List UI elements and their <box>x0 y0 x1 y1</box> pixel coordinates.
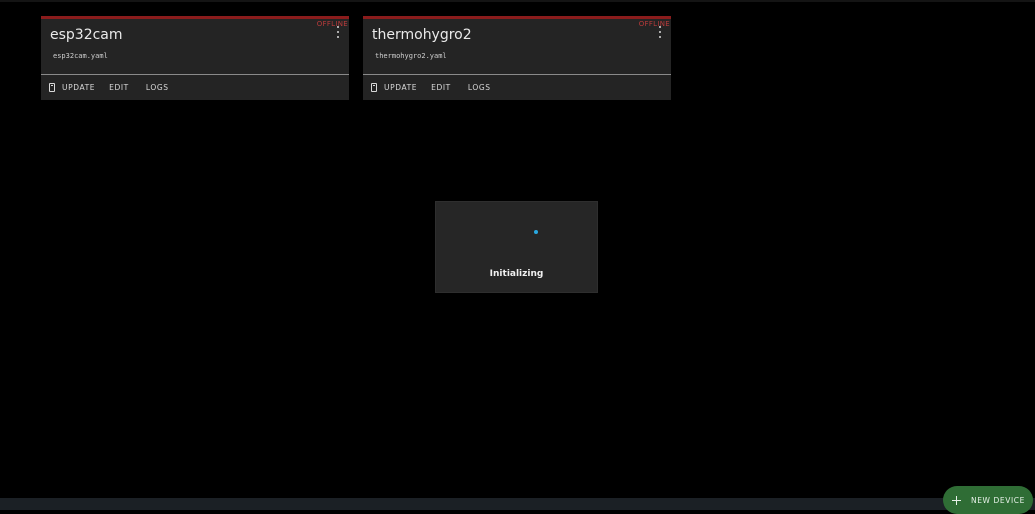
update-label: UPDATE <box>384 83 418 92</box>
more-vert-icon[interactable] <box>335 26 341 38</box>
top-bar-line <box>0 0 1035 2</box>
logs-button[interactable]: LOGS <box>146 83 169 92</box>
status-badge: OFFLINE <box>638 20 670 28</box>
plus-icon <box>952 495 961 505</box>
device-card-esp32cam: OFFLINE esp32cam esp32cam.yaml UPDATE ED… <box>41 16 349 100</box>
edit-button[interactable]: EDIT <box>109 83 129 92</box>
device-config-file: esp32cam.yaml <box>53 52 108 60</box>
device-config-file: thermohygro2.yaml <box>375 52 447 60</box>
card-actions: UPDATE EDIT LOGS <box>41 75 349 100</box>
more-vert-icon[interactable] <box>657 26 663 38</box>
loading-spinner-icon <box>534 230 538 234</box>
update-button[interactable]: UPDATE <box>49 83 95 92</box>
device-name: thermohygro2 <box>372 27 472 43</box>
update-button[interactable]: UPDATE <box>371 83 417 92</box>
card-actions: UPDATE EDIT LOGS <box>363 75 671 100</box>
device-name: esp32cam <box>50 27 123 43</box>
initializing-dialog: Initializing <box>435 201 598 293</box>
device-card-thermohygro2: OFFLINE thermohygro2 thermohygro2.yaml U… <box>363 16 671 100</box>
file-icon <box>49 83 55 92</box>
update-label: UPDATE <box>62 83 96 92</box>
file-icon <box>371 83 377 92</box>
dialog-message: Initializing <box>489 269 544 279</box>
edit-button[interactable]: EDIT <box>431 83 451 92</box>
status-badge: OFFLINE <box>316 20 348 28</box>
logs-button[interactable]: LOGS <box>468 83 491 92</box>
footer <box>0 498 1035 510</box>
new-device-label: NEW DEVICE <box>971 495 1025 505</box>
